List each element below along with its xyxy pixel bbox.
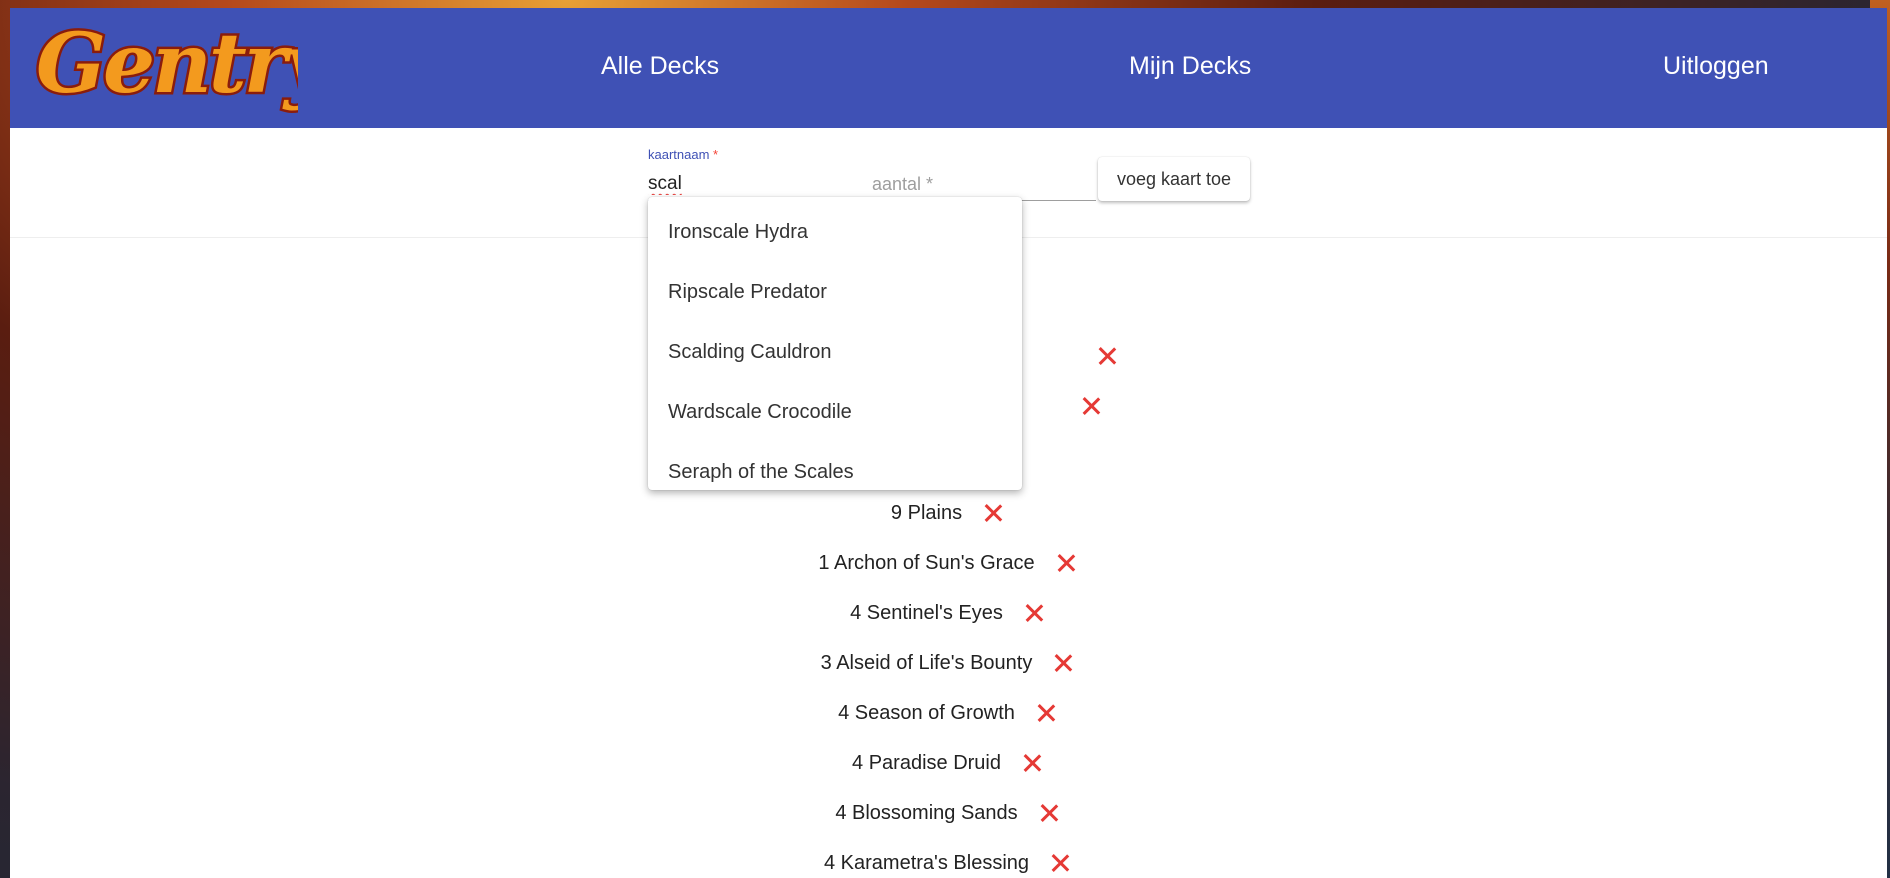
list-item: 3 Alseid of Life's Bounty bbox=[10, 643, 1887, 683]
svg-text:Gentry: Gentry bbox=[36, 16, 298, 112]
nav-uitloggen[interactable]: Uitloggen bbox=[1663, 52, 1769, 81]
nav-alle-decks[interactable]: Alle Decks bbox=[601, 52, 719, 81]
card-entry-text: 1 Archon of Sun's Grace bbox=[818, 551, 1035, 574]
list-item: 4 Season of Growth bbox=[10, 693, 1887, 733]
card-entry-text: 4 Karametra's Blessing bbox=[823, 851, 1030, 874]
remove-card-icon[interactable] bbox=[1036, 800, 1062, 826]
autocomplete-option[interactable]: Ironscale Hydra bbox=[648, 205, 1022, 265]
autocomplete-option[interactable]: Scalding Cauldron bbox=[648, 325, 1022, 385]
remove-card-icon[interactable] bbox=[1019, 750, 1045, 776]
card-entry-text: 4 Sentinel's Eyes bbox=[850, 601, 1003, 624]
card-entry-text: 4 Blossoming Sands bbox=[835, 801, 1018, 824]
autocomplete-dropdown: Ironscale Hydra Ripscale Predator Scaldi… bbox=[648, 197, 1022, 490]
card-entry-text: 4 Season of Growth bbox=[838, 701, 1015, 724]
card-entry-text: 4 Paradise Druid bbox=[852, 751, 1001, 774]
remove-card-icon[interactable] bbox=[1078, 393, 1104, 419]
remove-card-icon[interactable] bbox=[1094, 343, 1120, 369]
card-entry-text: 3 Alseid of Life's Bounty bbox=[820, 651, 1033, 674]
list-item: 4 Blossoming Sands bbox=[10, 793, 1887, 833]
gentry-logo[interactable]: Gentry bbox=[28, 12, 299, 120]
card-name-label: kaartnaam * bbox=[648, 147, 719, 162]
remove-card-icon[interactable] bbox=[1053, 550, 1079, 576]
list-item: 1 Archon of Sun's Grace bbox=[10, 543, 1887, 583]
add-card-button[interactable]: voeg kaart toe bbox=[1098, 157, 1250, 201]
list-item: 4 Sentinel's Eyes bbox=[10, 593, 1887, 633]
nav-mijn-decks[interactable]: Mijn Decks bbox=[1129, 52, 1251, 81]
remove-card-icon[interactable] bbox=[1050, 650, 1076, 676]
remove-card-icon[interactable] bbox=[1033, 700, 1059, 726]
remove-card-icon[interactable] bbox=[1047, 850, 1073, 876]
autocomplete-option[interactable]: Seraph of the Scales bbox=[648, 445, 1022, 505]
list-item: 4 Karametra's Blessing bbox=[10, 843, 1887, 878]
list-item: 4 Paradise Druid bbox=[10, 743, 1887, 783]
autocomplete-option[interactable]: Ripscale Predator bbox=[648, 265, 1022, 325]
remove-card-icon[interactable] bbox=[1021, 600, 1047, 626]
app-window: Gentry Alle Decks Mijn Decks Uitloggen k… bbox=[10, 8, 1887, 878]
top-navigation-bar: Gentry Alle Decks Mijn Decks Uitloggen bbox=[10, 8, 1887, 128]
autocomplete-option[interactable]: Wardscale Crocodile bbox=[648, 385, 1022, 445]
